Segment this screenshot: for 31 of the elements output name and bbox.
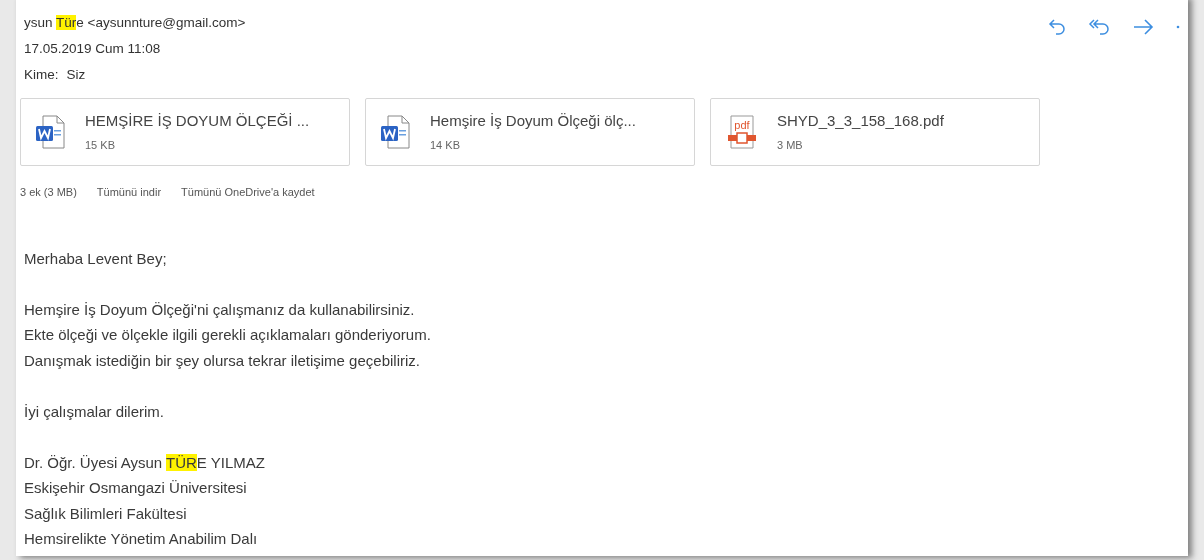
recipient-label: Kime: [24, 66, 59, 84]
save-to-onedrive-link[interactable]: Tümünü OneDrive'a kaydet [181, 184, 315, 201]
body-text-line: Eskişehir Osmangazi Üniversitesi [24, 478, 247, 498]
attachment-size: 3 MB [777, 137, 804, 153]
attachment-size: 15 KB [85, 137, 116, 153]
body-text-line: Hemşire İş Doyum Ölçeği'ni çalışmanız da kullanabilirsiniz. [24, 299, 415, 320]
reply-button[interactable] [1048, 18, 1066, 36]
recipient: Siz [66, 66, 86, 84]
more-button[interactable] [1176, 25, 1180, 29]
word-document-icon [380, 115, 412, 149]
forward-button[interactable] [1132, 18, 1154, 36]
body-text-line: Dr. Öğr. Üyesi Aysun TÜRE YILMAZ [24, 452, 265, 473]
body-text-line: Danışmak istediğin bir şey olursa tekrar iletişime geçebiliriz. [24, 350, 420, 371]
attachment-card[interactable]: pdf SHYD_3_3_158_168.pdf 3 MB [710, 98, 1040, 166]
attachment-size: 14 KB [430, 137, 461, 153]
sender: ysun Türe <aysunnture@gmail.com> [24, 14, 247, 32]
attachment-card[interactable]: Hemşire İş Doyum Ölçeği ölç... 14 KB [365, 98, 695, 166]
download-all-link[interactable]: Tümünü indir [96, 184, 162, 201]
body-text-line: İyi çalışmalar dilerim. [24, 401, 165, 422]
attachment-card[interactable]: HEMŞİRE İŞ DOYUM ÖLÇEĞİ ... 15 KB [20, 98, 350, 166]
body-text-line: Merhaba Levent Bey; [24, 248, 167, 269]
attachment-name: HEMŞİRE İŞ DOYUM ÖLÇEĞİ ... [85, 110, 310, 131]
attachment-name: Hemşire İş Doyum Ölçeği ölç... [430, 110, 636, 131]
body-text-line: Hemsirelikte Yönetim Anabilim Dalı [24, 529, 258, 549]
body-text-line: Ekte ölçeği ve ölçekle ilgili gerekli açıklamaları gönderiyorum. [24, 325, 431, 345]
attachment-summary: 3 ek (3 MB) [20, 185, 77, 200]
word-document-icon [35, 115, 67, 149]
attachment-name: SHYD_3_3_158_168.pdf [777, 110, 944, 131]
body-text-line: Sağlık Bilimleri Fakültesi [24, 503, 187, 524]
reply-all-button[interactable] [1088, 18, 1110, 36]
message-date: 17.05.2019 Cum 11:08 [24, 40, 162, 58]
